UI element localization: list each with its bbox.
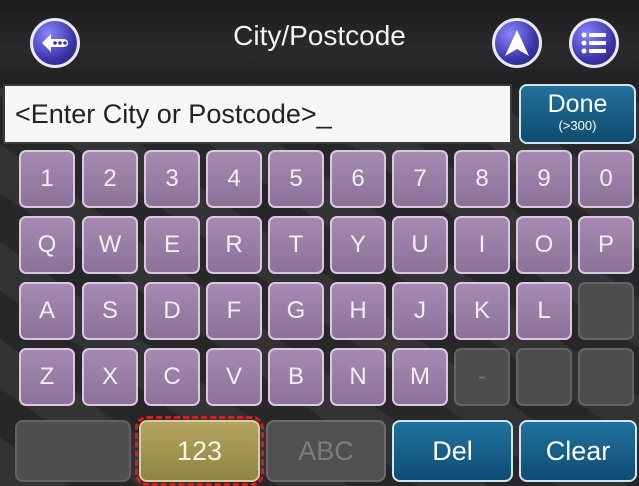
delete-button[interactable]: Del <box>392 420 513 482</box>
menu-list-icon <box>581 32 607 54</box>
navigation-keyboard-screen: City/Postcode <Enter City or Postcode>_ … <box>0 0 639 486</box>
blank-key <box>578 348 634 406</box>
blank-key <box>15 420 131 482</box>
done-label: Done <box>547 90 608 118</box>
key-s[interactable]: S <box>82 282 138 340</box>
key-8[interactable]: 8 <box>454 150 510 208</box>
key-b[interactable]: B <box>268 348 324 406</box>
key-6[interactable]: 6 <box>330 150 386 208</box>
result-count: (>300) <box>558 118 597 133</box>
key-e[interactable]: E <box>144 216 200 274</box>
city-postcode-input[interactable]: <Enter City or Postcode>_ <box>3 84 512 144</box>
menu-button[interactable] <box>569 18 619 68</box>
key-5[interactable]: 5 <box>268 150 324 208</box>
key-3[interactable]: 3 <box>144 150 200 208</box>
key-r[interactable]: R <box>206 216 262 274</box>
key-f[interactable]: F <box>206 282 262 340</box>
key-a[interactable]: A <box>19 282 75 340</box>
done-button[interactable]: Done (>300) <box>519 84 636 144</box>
key-t[interactable]: T <box>268 216 324 274</box>
blank-key <box>516 348 572 406</box>
key-l[interactable]: L <box>516 282 572 340</box>
key-j[interactable]: J <box>392 282 448 340</box>
key-0[interactable]: 0 <box>578 150 634 208</box>
delete-label: Del <box>432 435 473 466</box>
key-d[interactable]: D <box>144 282 200 340</box>
clear-label: Clear <box>545 435 611 466</box>
navigation-button[interactable] <box>492 18 542 68</box>
alpha-mode-label: ABC <box>298 435 354 466</box>
numeric-mode-label: 123 <box>176 435 223 466</box>
key-x[interactable]: X <box>82 348 138 406</box>
key-g[interactable]: G <box>268 282 324 340</box>
header-bar: City/Postcode <box>0 0 639 88</box>
input-text: <Enter City or Postcode>_ <box>15 98 332 129</box>
key-k[interactable]: K <box>454 282 510 340</box>
page-title: City/Postcode <box>233 20 406 51</box>
key-2[interactable]: 2 <box>82 150 138 208</box>
key-z[interactable]: Z <box>19 348 75 406</box>
key-7[interactable]: 7 <box>392 150 448 208</box>
key-i[interactable]: I <box>454 216 510 274</box>
key-u[interactable]: U <box>392 216 448 274</box>
navigation-arrow-icon <box>504 29 530 57</box>
key-p[interactable]: P <box>578 216 634 274</box>
alpha-mode-button[interactable]: ABC <box>266 420 386 482</box>
key-w[interactable]: W <box>82 216 138 274</box>
blank-key <box>578 282 634 340</box>
key-y[interactable]: Y <box>330 216 386 274</box>
key-h[interactable]: H <box>330 282 386 340</box>
key-m[interactable]: M <box>392 348 448 406</box>
key-o[interactable]: O <box>516 216 572 274</box>
numeric-mode-button[interactable]: 123 <box>135 416 264 486</box>
clear-button[interactable]: Clear <box>519 420 637 482</box>
key-4[interactable]: 4 <box>206 150 262 208</box>
key-q[interactable]: Q <box>19 216 75 274</box>
key-n[interactable]: N <box>330 348 386 406</box>
key-1[interactable]: 1 <box>19 150 75 208</box>
key-9[interactable]: 9 <box>516 150 572 208</box>
key-c[interactable]: C <box>144 348 200 406</box>
blank-key: - <box>454 348 510 406</box>
key-v[interactable]: V <box>206 348 262 406</box>
